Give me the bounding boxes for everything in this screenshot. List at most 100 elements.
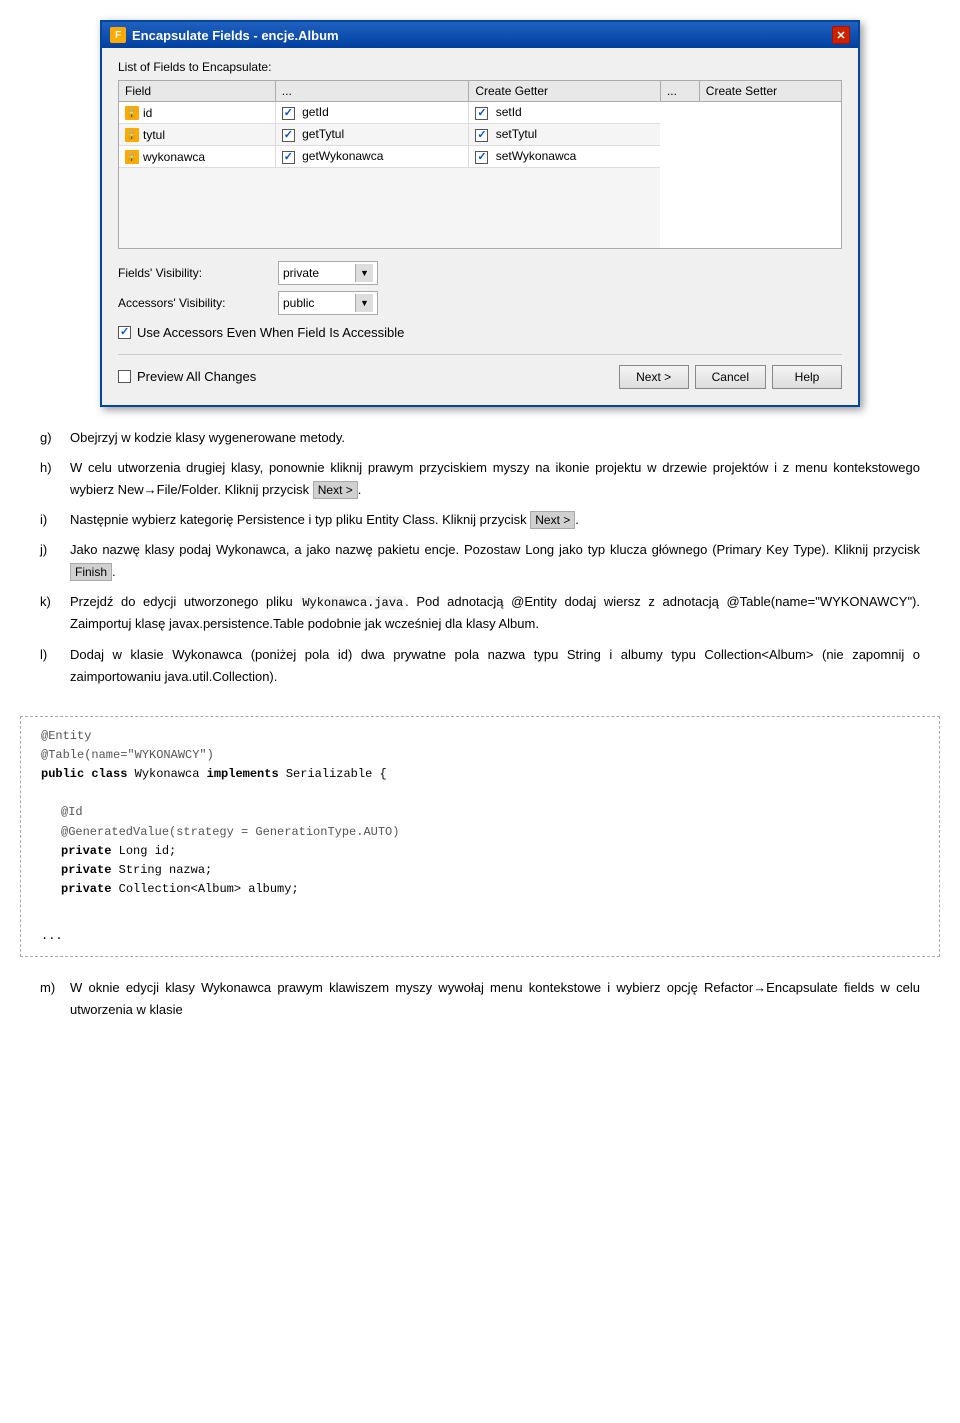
item-j-text: Jako nazwę klasy podaj Wykonawca, a jako… (70, 542, 920, 557)
code-line-9: private Collection<Album> albumy; (61, 880, 919, 899)
item-l-label: l) (40, 644, 70, 688)
getter-checkbox-wykonawca[interactable] (282, 151, 295, 164)
getter-checkbox-id[interactable] (282, 107, 295, 120)
fields-dropdown-arrow[interactable]: ▼ (355, 264, 373, 282)
setter-name-wykonawca: setWykonawca (496, 149, 577, 163)
preview-label: Preview All Changes (137, 369, 256, 384)
section-label: List of Fields to Encapsulate: (118, 60, 842, 74)
item-m-text: W oknie edycji klasy Wykonawca prawym kl… (70, 977, 920, 1021)
field-icon-id: 🔒 id (125, 106, 152, 120)
item-i-label: i) (40, 509, 70, 531)
encapsulate-fields-dialog: F Encapsulate Fields - encje.Album ✕ Lis… (100, 20, 860, 407)
item-l-text: Dodaj w klasie Wykonawca (poniżej pola i… (70, 644, 920, 688)
setter-check-cell[interactable]: setWykonawca (469, 146, 661, 168)
lock-icon: 🔒 (125, 128, 139, 142)
fields-visibility-label: Fields' Visibility: (118, 266, 278, 280)
item-k-code: Wykonawca.java (300, 596, 405, 610)
list-item-i: i) Następnie wybierz kategorię Persisten… (40, 509, 920, 531)
content-section: g) Obejrzyj w kodzie klasy wygenerowane … (0, 417, 960, 706)
preview-checkbox[interactable] (118, 370, 131, 383)
item-g-label: g) (40, 427, 70, 449)
dialog-close-button[interactable]: ✕ (832, 26, 850, 44)
preview-area: Preview All Changes (118, 369, 256, 384)
accessor-checkbox-row[interactable]: Use Accessors Even When Field Is Accessi… (118, 325, 842, 340)
code-ellipsis: ... (41, 927, 919, 946)
setter-name-id: setId (496, 105, 522, 119)
table-row[interactable]: 🔒 wykonawca getWykonawca setWykonawca (119, 146, 841, 168)
code-line-1: @Entity (41, 727, 919, 746)
list-item-h: h) W celu utworzenia drugiej klasy, pono… (40, 457, 920, 501)
code-block: @Entity @Table(name="WYKONAWCY") public … (20, 716, 940, 957)
setter-check-cell[interactable]: setId (469, 102, 661, 124)
field-cell: 🔒 id (119, 102, 275, 124)
item-j-text-after: . (112, 564, 116, 579)
list-item-k: k) Przejdź do edycji utworzonego pliku W… (40, 591, 920, 635)
field-cell: 🔒 tytul (119, 124, 275, 146)
accessors-visibility-value: public (283, 296, 355, 310)
help-button[interactable]: Help (772, 365, 842, 389)
code-line-3: public class Wykonawca implements Serial… (41, 765, 919, 784)
accessors-dropdown-arrow[interactable]: ▼ (355, 294, 373, 312)
dialog-body: List of Fields to Encapsulate: Field ...… (102, 48, 858, 405)
code-line-6: @GeneratedValue(strategy = GenerationTyp… (61, 823, 919, 842)
getter-check-cell[interactable]: getWykonawca (275, 146, 469, 168)
cancel-button[interactable]: Cancel (695, 365, 766, 389)
item-j-content: Jako nazwę klasy podaj Wykonawca, a jako… (70, 539, 920, 583)
item-m-label: m) (40, 977, 70, 1021)
table-row[interactable]: 🔒 id getId setId (119, 102, 841, 124)
accessors-visibility-label: Accessors' Visibility: (118, 296, 278, 310)
getter-name-wykonawca: getWykonawca (302, 149, 383, 163)
fields-table-wrapper: Field ... Create Getter ... Create Sette… (118, 80, 842, 249)
item-i-text: Następnie wybierz kategorię Persistence … (70, 512, 530, 527)
item-k-label: k) (40, 591, 70, 635)
item-h-text: W celu utworzenia drugiej klasy, ponowni… (70, 460, 920, 497)
col-create-getter: Create Getter (469, 81, 661, 102)
item-h-label: h) (40, 457, 70, 501)
fields-visibility-value: private (283, 266, 355, 280)
item-i-highlight: Next > (530, 511, 575, 529)
list-item-g: g) Obejrzyj w kodzie klasy wygenerowane … (40, 427, 920, 449)
item-g-text: Obejrzyj w kodzie klasy wygenerowane met… (70, 427, 920, 449)
field-name-tytul: tytul (143, 128, 165, 142)
getter-checkbox-tytul[interactable] (282, 129, 295, 142)
accessor-checkbox[interactable] (118, 326, 131, 339)
accessors-visibility-select[interactable]: public ▼ (278, 291, 378, 315)
item-k-text-before: Przejdź do edycji utworzonego pliku (70, 594, 300, 609)
code-line-7: private Long id; (61, 842, 919, 861)
item-k-content: Przejdź do edycji utworzonego pliku Wyko… (70, 591, 920, 635)
accessor-checkbox-label: Use Accessors Even When Field Is Accessi… (137, 325, 404, 340)
col-field: Field (119, 81, 275, 102)
col-dots1: ... (275, 81, 469, 102)
code-line-2: @Table(name="WYKONAWCY") (41, 746, 919, 765)
lock-icon: 🔒 (125, 150, 139, 164)
code-line-blank2 (41, 899, 919, 918)
field-name-id: id (143, 106, 152, 120)
setter-checkbox-tytul[interactable] (475, 129, 488, 142)
dialog-title-icon: F (110, 27, 126, 43)
item-h-text-after: . (358, 482, 362, 497)
empty-row (119, 168, 841, 248)
button-group: Next > Cancel Help (619, 365, 842, 389)
accessors-visibility-row: Accessors' Visibility: public ▼ (118, 291, 842, 315)
getter-check-cell[interactable]: getTytul (275, 124, 469, 146)
field-cell: 🔒 wykonawca (119, 146, 275, 168)
code-line-5: @Id (61, 803, 919, 822)
list-item-j: j) Jako nazwę klasy podaj Wykonawca, a j… (40, 539, 920, 583)
titlebar-left: F Encapsulate Fields - encje.Album (110, 27, 339, 43)
item-j-label: j) (40, 539, 70, 583)
getter-name-id: getId (302, 105, 329, 119)
fields-visibility-select[interactable]: private ▼ (278, 261, 378, 285)
dialog-bottom: Preview All Changes Next > Cancel Help (118, 354, 842, 389)
dialog-title: Encapsulate Fields - encje.Album (132, 28, 339, 43)
table-row[interactable]: 🔒 tytul getTytul setTytul (119, 124, 841, 146)
getter-name-tytul: getTytul (302, 127, 344, 141)
next-button[interactable]: Next > (619, 365, 689, 389)
setter-checkbox-wykonawca[interactable] (475, 151, 488, 164)
field-name-wykonawca: wykonawca (143, 150, 205, 164)
code-line-8: private String nazwa; (61, 861, 919, 880)
setter-checkbox-id[interactable] (475, 107, 488, 120)
list-item-l: l) Dodaj w klasie Wykonawca (poniżej pol… (40, 644, 920, 688)
item-i-text-after: . (575, 512, 579, 527)
setter-check-cell[interactable]: setTytul (469, 124, 661, 146)
getter-check-cell[interactable]: getId (275, 102, 469, 124)
